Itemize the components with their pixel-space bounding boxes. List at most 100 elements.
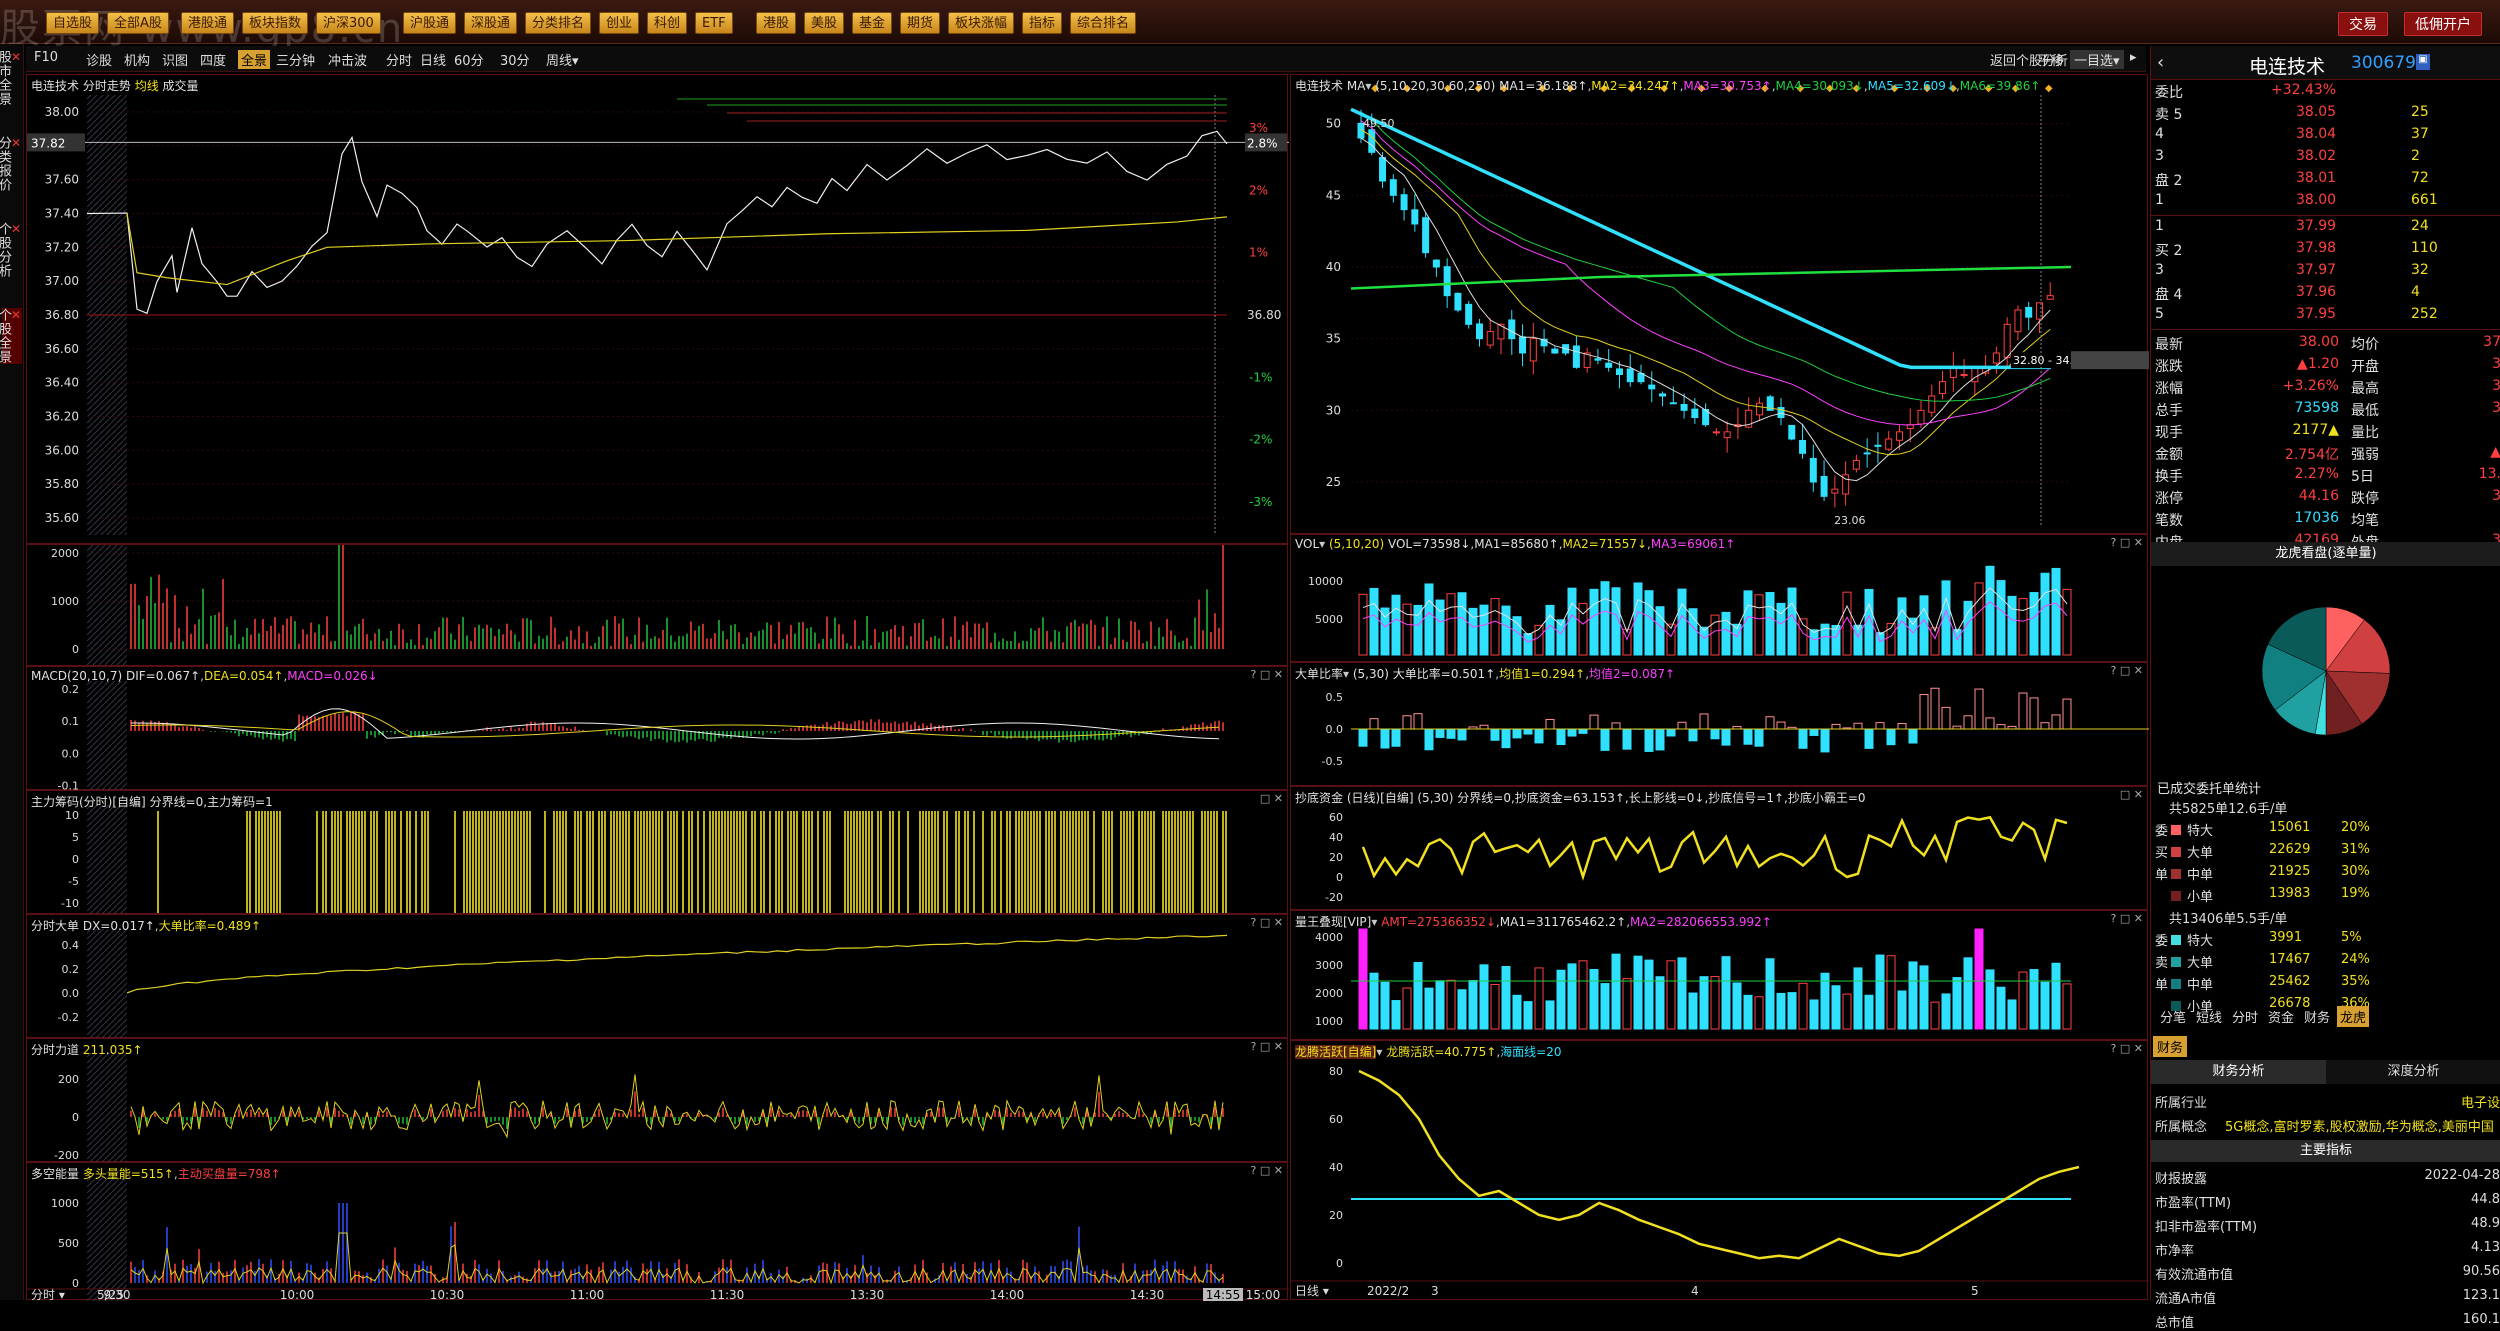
market-button[interactable]: 分类排名 — [525, 12, 591, 34]
period-tab[interactable]: 60分 — [454, 50, 484, 69]
market-button[interactable]: 沪股通 — [403, 12, 456, 34]
level-price[interactable]: 37.97 — [2296, 262, 2336, 278]
quote-stock-name: 电连技术 — [2249, 52, 2325, 79]
level-price[interactable]: 38.00 — [2296, 192, 2336, 208]
fin-sub-tab[interactable]: 深度分析 — [2326, 1060, 2500, 1084]
toolbar-tab[interactable]: 四度 — [200, 50, 226, 69]
open-account-button[interactable]: 低佣开户 — [2404, 12, 2482, 36]
flat-button[interactable]: 平移 — [2038, 50, 2064, 69]
fsld-title[interactable]: 分时力道 — [31, 1043, 79, 1057]
side-tab[interactable]: ✕个股全景 — [2, 308, 22, 364]
toolbar-tab[interactable]: 机构 — [124, 50, 150, 69]
close-icon[interactable]: ✕ — [11, 50, 22, 65]
panel-controls[interactable]: ? □ ✕ — [2111, 1042, 2143, 1055]
calendar-icon[interactable]: ▣ — [2416, 54, 2430, 70]
toolbar-tab[interactable]: 识图 — [162, 50, 188, 69]
period-tab[interactable]: 日线 — [420, 50, 446, 69]
side-tab[interactable]: ✕股市全景 — [2, 50, 22, 106]
panel-controls[interactable]: □ ✕ — [2120, 788, 2143, 801]
market-button[interactable]: 板块涨幅 — [948, 12, 1014, 34]
market-button[interactable]: 综合排名 — [1070, 12, 1136, 34]
panel-controls[interactable]: ? □ ✕ — [2111, 536, 2143, 549]
fsdd-panel: 分时大单 DX=0.017↑,大单比率=0.489↑ ? □ ✕ 0.40.20… — [26, 914, 1288, 1038]
panel-controls[interactable]: ? □ ✕ — [1251, 1040, 1283, 1053]
level-price[interactable]: 37.99 — [2296, 218, 2336, 234]
market-button[interactable]: 沪深300 — [316, 12, 381, 34]
lhk-tab[interactable]: 分时 — [2229, 1006, 2261, 1027]
market-button[interactable]: 港股 — [756, 12, 796, 34]
daily-kline-chart[interactable]: 50454035302549.5023.0632.80 - 34.08◆◆◆◆◆… — [1291, 75, 2149, 535]
fsld-chart[interactable]: 2000-200 — [27, 1039, 1289, 1163]
zlcm-title[interactable]: 主力筹码(分时)[自编] — [31, 795, 146, 809]
fin-tab[interactable]: 财务 — [2153, 1036, 2187, 1057]
level-price[interactable]: 38.04 — [2296, 126, 2336, 142]
panel-controls[interactable]: ? □ ✕ — [1251, 668, 1283, 681]
level-price[interactable]: 37.95 — [2296, 306, 2336, 322]
period-tab[interactable]: 分时 — [386, 50, 412, 69]
level-price[interactable]: 38.01 — [2296, 170, 2336, 186]
period-tab[interactable]: 周线▾ — [546, 50, 579, 69]
market-button[interactable]: 指标 — [1022, 12, 1062, 34]
market-button[interactable]: 港股通 — [181, 12, 234, 34]
market-button[interactable]: 美股 — [804, 12, 844, 34]
toolbar-tab[interactable]: F10 — [34, 50, 58, 65]
lwdx-bar — [1942, 994, 1950, 1029]
fsdd-title[interactable]: 分时大单 — [31, 919, 79, 933]
lhk-tab[interactable]: 资金 — [2265, 1006, 2297, 1027]
ddbl-title[interactable]: 大单比率 — [1295, 667, 1343, 681]
level-price[interactable]: 38.05 — [2296, 104, 2336, 120]
lthy-title[interactable]: 龙腾活跃[自编] — [1295, 1045, 1376, 1059]
market-button[interactable]: 科创 — [647, 12, 687, 34]
close-icon[interactable]: ✕ — [11, 136, 22, 151]
intraday-chart[interactable]: 38.0037.8037.6037.4037.2037.0036.8036.60… — [27, 75, 1289, 545]
market-button[interactable]: 创业 — [599, 12, 639, 34]
market-button[interactable]: 深股通 — [464, 12, 517, 34]
market-button[interactable]: 自选股 — [46, 12, 99, 34]
dkn-chart[interactable]: 100050009:3010:0010:3011:0011:3013:3014:… — [27, 1163, 1289, 1301]
toolbar-tab[interactable]: 冲击波 — [328, 50, 367, 69]
macd-chart[interactable]: 0.20.10.0-0.1 — [27, 667, 1289, 791]
toolbar-tab[interactable]: 全景 — [238, 50, 270, 69]
lhk-tab[interactable]: 龙虎 — [2337, 1006, 2369, 1027]
level-price[interactable]: 37.98 — [2296, 240, 2336, 256]
arrow-icon[interactable]: ▸ — [2130, 50, 2137, 65]
close-icon[interactable]: ✕ — [11, 308, 22, 323]
fin-sub-tab[interactable]: 财务分析 — [2151, 1060, 2326, 1084]
market-button[interactable]: 期货 — [900, 12, 940, 34]
side-tab[interactable]: ✕个股分析 — [2, 222, 22, 278]
panel-controls[interactable]: ? □ ✕ — [1251, 916, 1283, 929]
select-dropdown[interactable]: 一目选▾ — [2070, 50, 2124, 69]
period-tab[interactable]: 30分 — [500, 50, 530, 69]
lhk-tab[interactable]: 财务 — [2301, 1006, 2333, 1027]
panel-controls[interactable]: ? □ ✕ — [2111, 912, 2143, 925]
lhk-tab[interactable]: 分笔 — [2157, 1006, 2189, 1027]
side-tab[interactable]: ✕分类报价 — [2, 136, 22, 192]
ma-label[interactable]: MA — [1347, 79, 1366, 93]
dkn-title[interactable]: 多空能量 — [31, 1167, 79, 1181]
vol-chart[interactable]: 100005000 — [1291, 535, 2149, 663]
level-price[interactable]: 37.96 — [2296, 284, 2336, 300]
candle-body — [1509, 320, 1515, 339]
close-icon[interactable]: ✕ — [11, 222, 22, 237]
trade-button[interactable]: 交易 — [2338, 12, 2388, 36]
panel-controls[interactable]: ? □ ✕ — [1251, 1164, 1283, 1177]
vol-title[interactable]: VOL — [1295, 537, 1319, 551]
macd-title[interactable]: MACD — [31, 669, 67, 683]
market-button[interactable]: ETF — [695, 12, 733, 34]
toolbar-tab[interactable]: 诊股 — [86, 50, 112, 69]
panel-controls[interactable]: □ ✕ — [1260, 792, 1283, 805]
market-button[interactable]: 全部A股 — [107, 12, 169, 34]
lwdx-title[interactable]: 量王叠现[VIP] — [1295, 915, 1371, 929]
lhk-tab[interactable]: 短线 — [2193, 1006, 2225, 1027]
lthy-chart[interactable]: 8060402002022/2345日线 ▾ — [1291, 1041, 2149, 1301]
market-button[interactable]: 基金 — [852, 12, 892, 34]
toolbar-tab[interactable]: 三分钟 — [276, 50, 315, 69]
back-arrow-icon[interactable]: ‹ — [2157, 52, 2164, 73]
intraday-volume-chart[interactable]: 200010000 — [27, 545, 1289, 667]
cdzj-title[interactable]: 抄底资金 (日线)[自编] — [1295, 791, 1414, 805]
lwdx-chart[interactable]: 4000300020001000 — [1291, 911, 2149, 1041]
stat-row: 现手2177▲量比 — [2151, 422, 2500, 444]
level-price[interactable]: 38.02 — [2296, 148, 2336, 164]
market-button[interactable]: 板块指数 — [242, 12, 308, 34]
panel-controls[interactable]: ? □ ✕ — [2111, 664, 2143, 677]
